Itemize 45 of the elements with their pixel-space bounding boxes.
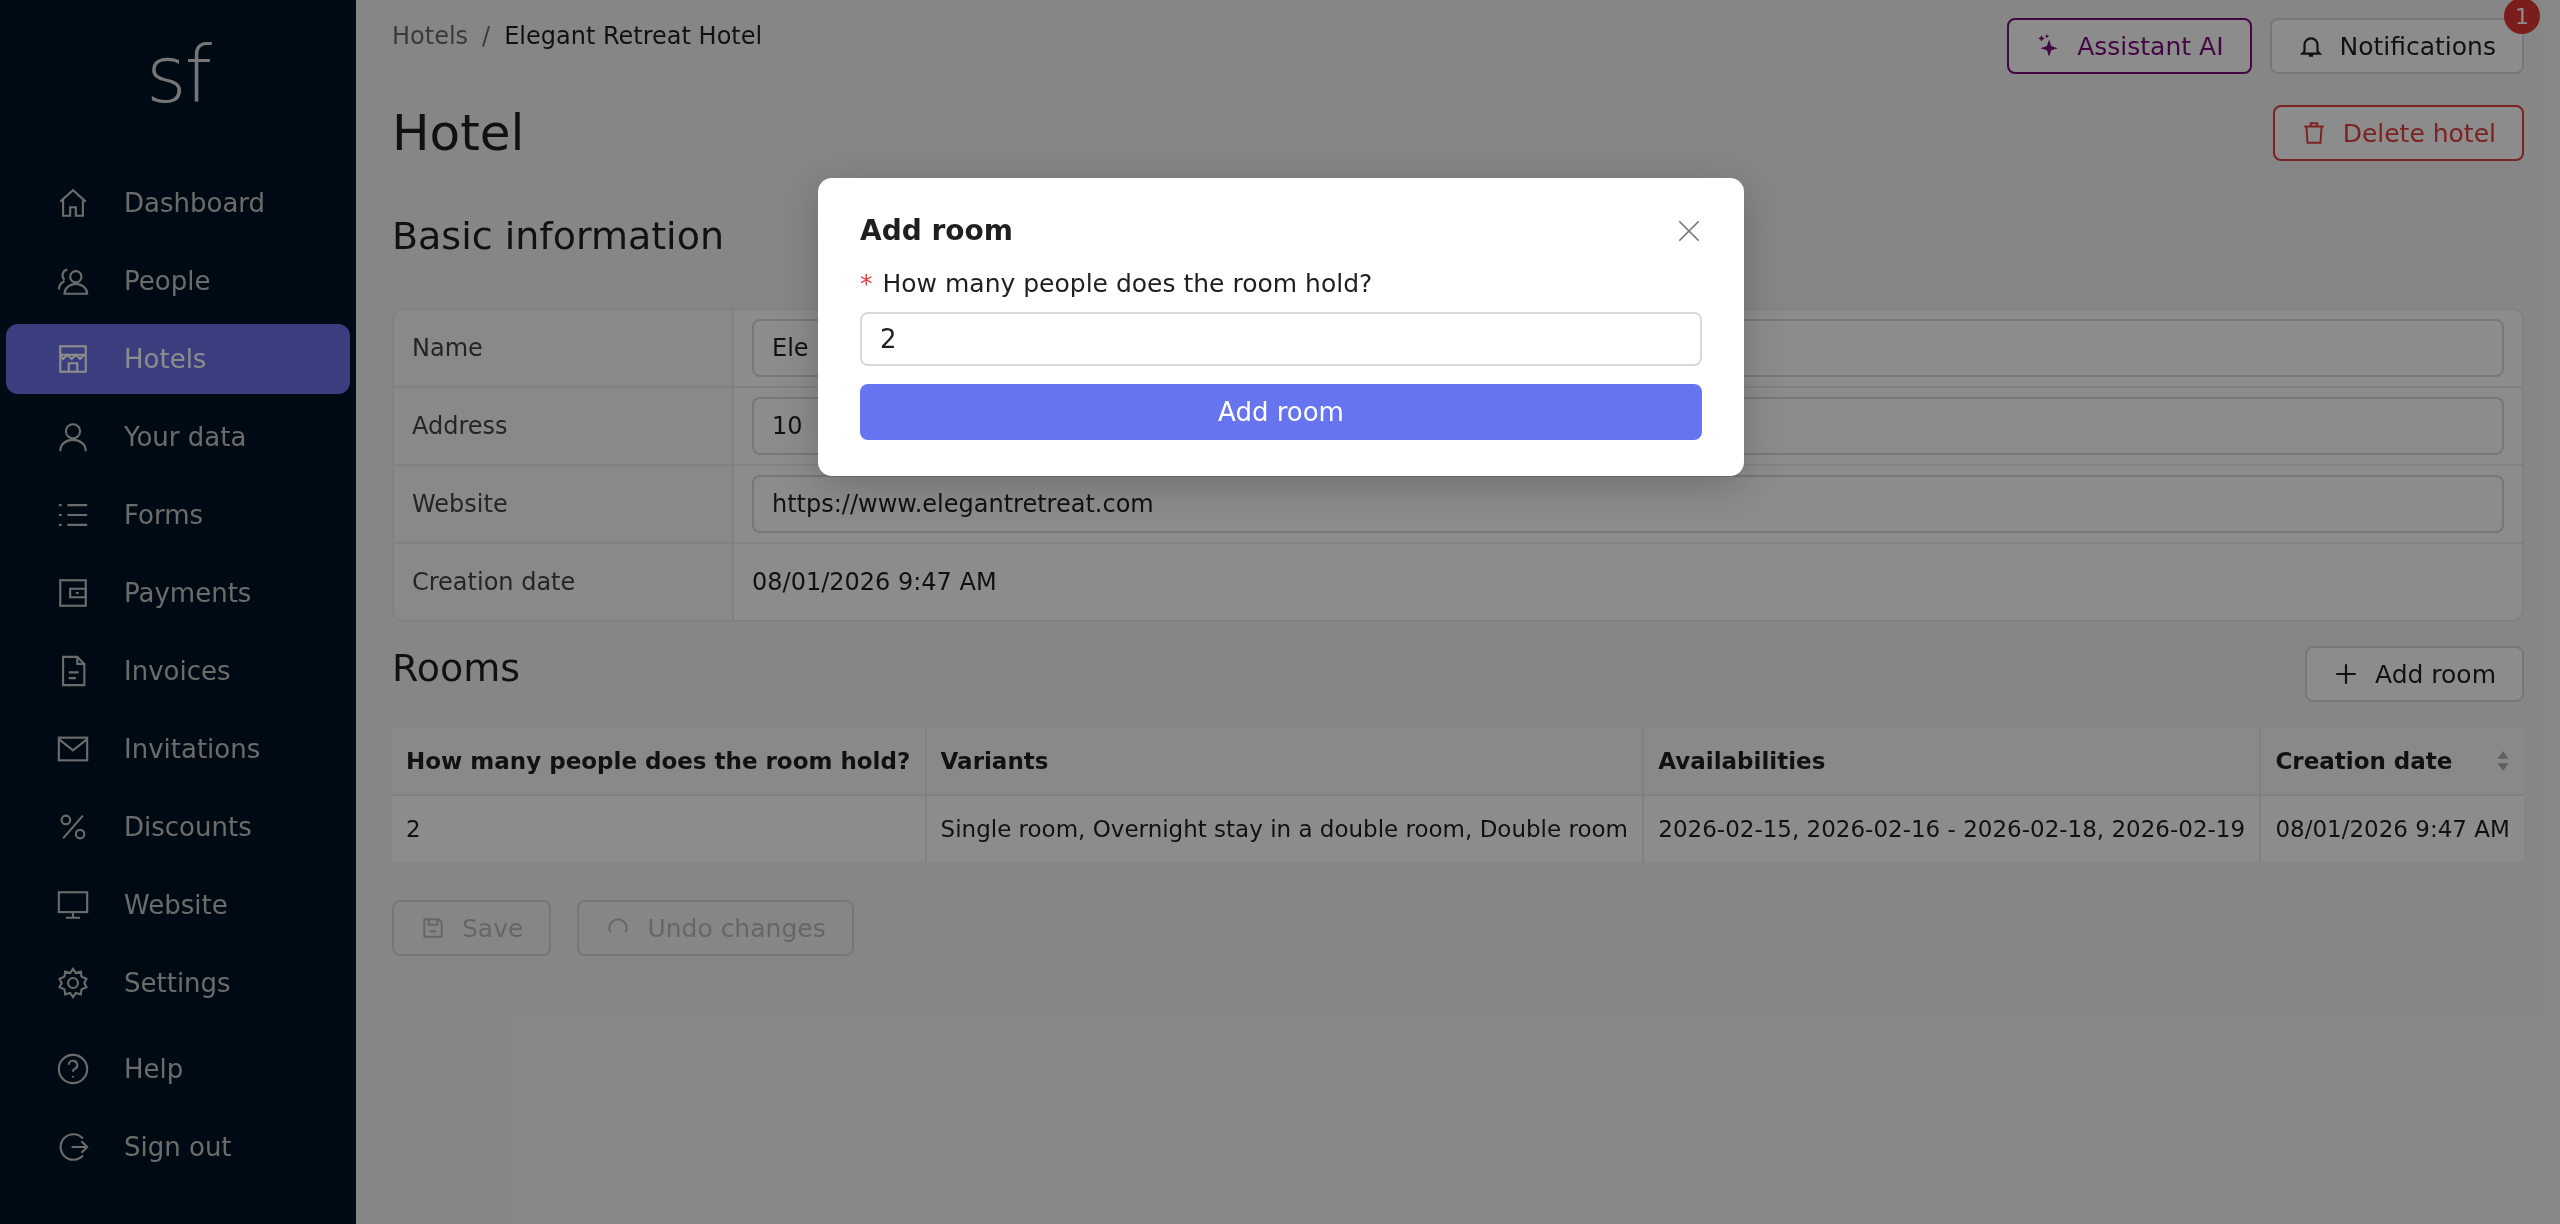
table-cell: 2 [392, 795, 926, 862]
logo: sf [144, 36, 213, 114]
settings-icon [56, 966, 90, 1000]
sidebar-item[interactable]: Invoices [6, 636, 350, 706]
sidebar-item[interactable]: Your data [6, 402, 350, 472]
sidebar-item[interactable]: Invitations [6, 714, 350, 784]
sidebar-item[interactable]: People [6, 246, 350, 316]
table-cell: Single room, Overnight stay in a double room, Double room [925, 795, 1644, 862]
add-room-button[interactable]: Add room [2304, 646, 2524, 702]
column-header[interactable]: Availabilities [1643, 728, 2261, 795]
user-icon [56, 420, 90, 454]
breadcrumb-link[interactable]: Hotels [392, 22, 469, 50]
breadcrumb-current: Elegant Retreat Hotel [504, 22, 763, 50]
breadcrumb-separator: / [482, 22, 491, 50]
storefront-icon [56, 342, 90, 376]
table-cell: 08/01/2026 9:47 AM [2260, 795, 2524, 862]
column-header[interactable]: Variants [925, 728, 1644, 795]
column-header[interactable]: Creation date [2260, 728, 2524, 795]
sidebar-item[interactable]: Sign out [6, 1112, 350, 1182]
wallet-icon [56, 576, 90, 610]
required-mark: * [860, 269, 873, 298]
delete-button[interactable]: Delete hotel [2272, 105, 2524, 161]
sidebar-item[interactable]: Hotels [6, 324, 350, 394]
sidebar-item[interactable]: Website [6, 870, 350, 940]
sidebar-item[interactable]: Dashboard [6, 168, 350, 238]
save-icon [420, 915, 446, 941]
section-title: Rooms [392, 646, 520, 690]
column-header[interactable]: How many people does the room hold? [392, 728, 926, 795]
sidebar-item[interactable]: Discounts [6, 792, 350, 862]
field-label: How many people does the room hold? [882, 269, 1373, 298]
table-cell: 2026-02-15, 2026-02-16 - 2026-02-18, 2026-02-19 [1643, 795, 2261, 862]
assistant-button[interactable]: Assistant AI [2007, 18, 2252, 74]
field-value: 08/01/2026 9:47 AM [752, 568, 997, 596]
sidebar-item[interactable]: Payments [6, 558, 350, 628]
input-field[interactable]: 2 [860, 312, 1702, 366]
sidebar-item[interactable]: Forms [6, 480, 350, 550]
sidebar-item[interactable]: Settings [6, 948, 350, 1018]
sidebar-item[interactable]: Help [6, 1034, 350, 1104]
help-icon [56, 1052, 90, 1086]
monitor-icon [56, 888, 90, 922]
section-title: Basic information [392, 214, 724, 258]
notification-count: 1 [2504, 0, 2540, 34]
dialog-title: Add room [860, 214, 1013, 247]
page-title: Hotel [392, 104, 525, 162]
add-room-button[interactable]: Add room [860, 384, 1702, 440]
